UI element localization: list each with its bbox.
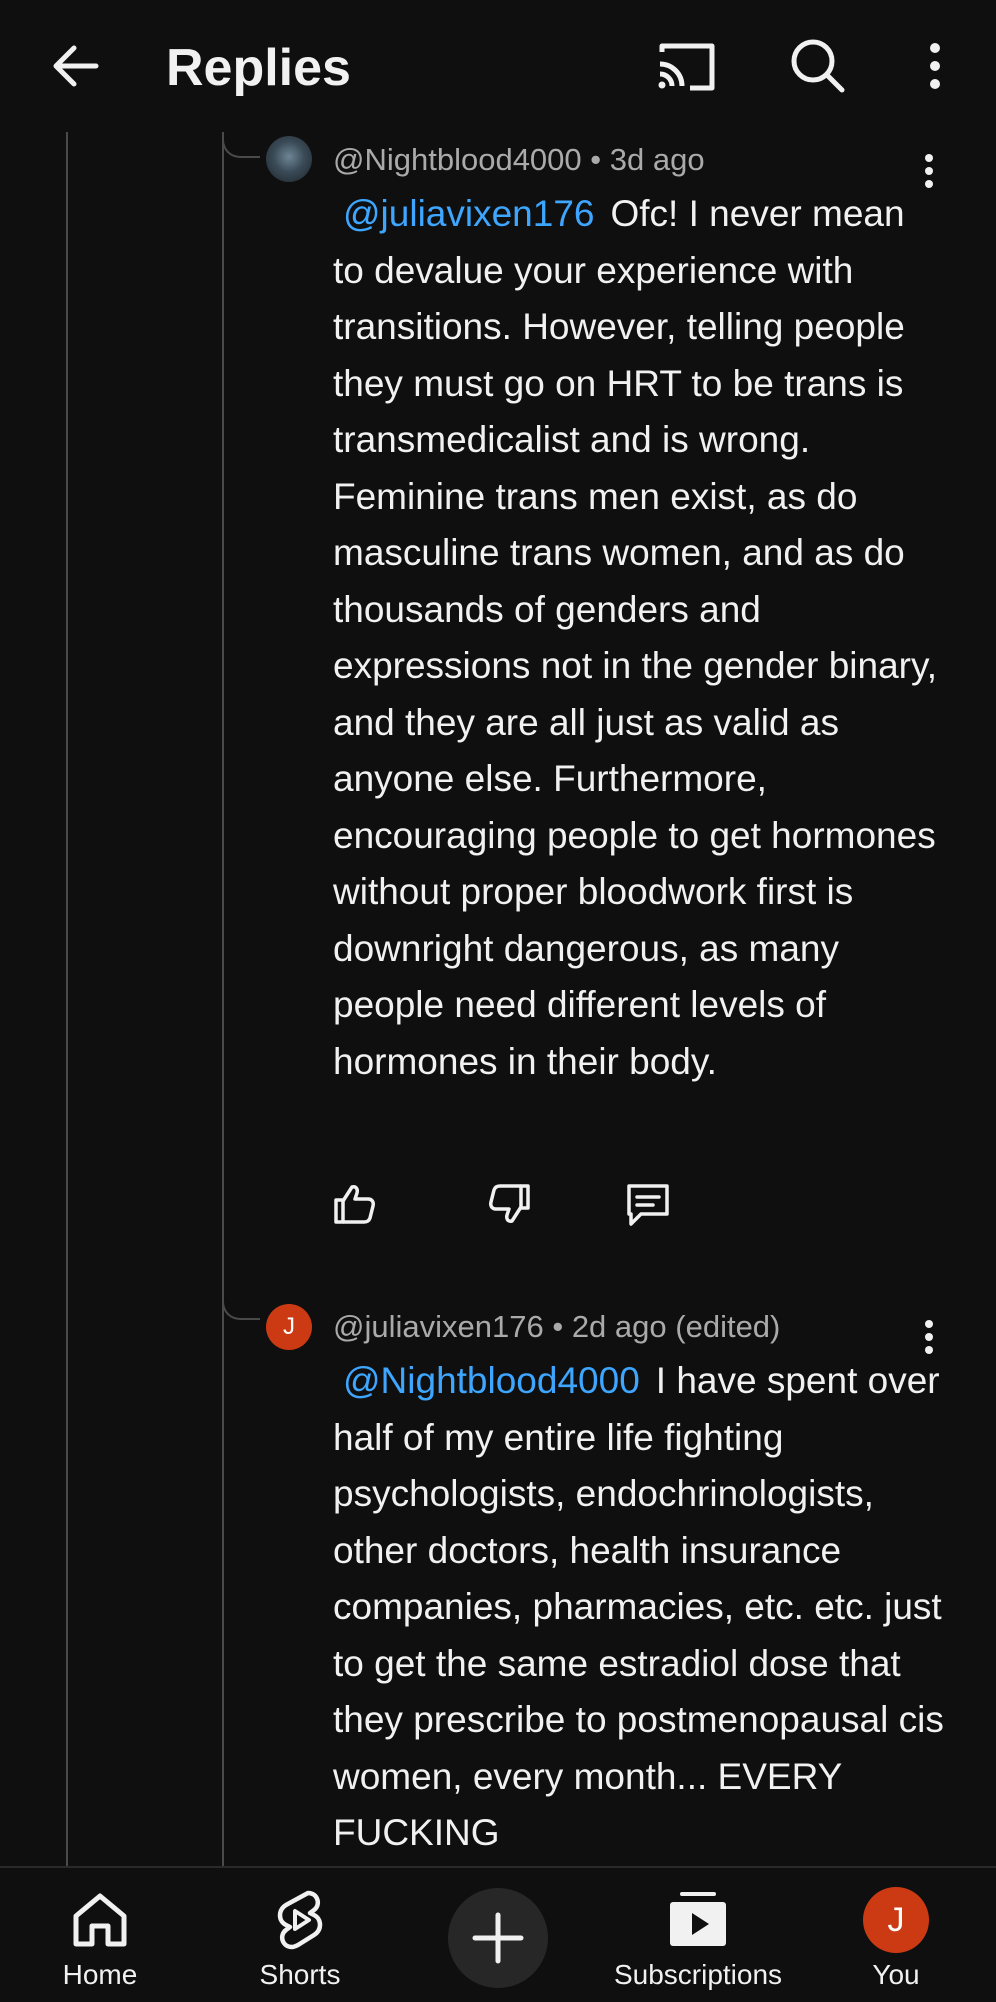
- comment-text: @juliavixen176 Ofc! I never mean to deval…: [333, 186, 945, 1090]
- reply-connector: [222, 1294, 260, 1320]
- plus-icon: [472, 1912, 524, 1964]
- dislike-button[interactable]: [482, 1176, 538, 1232]
- thumbs-up-icon: [334, 1185, 375, 1224]
- subscriptions-icon: [670, 1892, 726, 1946]
- mention-link[interactable]: @Nightblood4000: [343, 1360, 640, 1401]
- avatar[interactable]: [266, 136, 312, 182]
- nav-label: You: [872, 1959, 920, 1990]
- avatar: J: [863, 1887, 929, 1953]
- more-vertical-icon: [925, 1320, 933, 1354]
- nav-you[interactable]: J You: [846, 1868, 946, 2002]
- reply-button[interactable]: [620, 1176, 676, 1232]
- nav-label: Shorts: [259, 1959, 341, 1990]
- more-vertical-icon: [925, 154, 933, 188]
- meta-separator: •: [590, 142, 602, 177]
- more-vertical-icon: [930, 43, 940, 89]
- nav-label: Home: [62, 1959, 138, 1990]
- shorts-icon: [277, 1890, 323, 1950]
- top-app-bar: Replies: [0, 0, 996, 132]
- edited-label: (edited): [675, 1309, 781, 1344]
- create-button[interactable]: [448, 1888, 548, 1988]
- comment-text: @Nightblood4000 I have spent over half of…: [333, 1353, 945, 1862]
- cast-button[interactable]: [650, 34, 722, 98]
- like-button[interactable]: [326, 1176, 382, 1232]
- nav-shorts[interactable]: Shorts: [240, 1868, 360, 2002]
- comment-author[interactable]: @Nightblood4000: [333, 142, 582, 177]
- avatar[interactable]: J: [266, 1304, 312, 1350]
- back-button[interactable]: [40, 34, 112, 98]
- thread-line-parent: [66, 132, 68, 1868]
- mention-link[interactable]: @juliavixen176: [343, 193, 594, 234]
- meta-separator: •: [552, 1309, 564, 1344]
- nav-home[interactable]: Home: [40, 1868, 160, 2002]
- comment-body: I have spent over half of my entire life…: [333, 1360, 944, 1853]
- search-button[interactable]: [782, 32, 854, 100]
- home-icon: [73, 1893, 127, 1947]
- comment-author[interactable]: @juliavixen176: [333, 1309, 544, 1344]
- bottom-navigation: Home Shorts Subscriptions J You: [0, 1866, 996, 2002]
- more-options-button[interactable]: [910, 34, 960, 98]
- thumbs-down-icon: [489, 1184, 530, 1223]
- comment-time: 2d ago: [571, 1309, 667, 1344]
- arrow-left-icon: [53, 45, 99, 87]
- cast-icon: [658, 43, 715, 91]
- search-icon: [791, 39, 845, 93]
- comment-meta: @Nightblood4000 • 3d ago: [333, 140, 705, 180]
- nav-label: Subscriptions: [613, 1959, 783, 1990]
- reply-connector: [222, 132, 260, 158]
- comment-icon: [627, 1184, 669, 1226]
- comment-time: 3d ago: [609, 142, 705, 177]
- thread-line-replies: [222, 132, 224, 1868]
- page-title: Replies: [166, 39, 351, 97]
- nav-subscriptions[interactable]: Subscriptions: [598, 1868, 798, 2002]
- comment-body: Ofc! I never mean to devalue your experi…: [333, 193, 938, 1082]
- comment-meta: @juliavixen176 • 2d ago (edited): [333, 1307, 780, 1347]
